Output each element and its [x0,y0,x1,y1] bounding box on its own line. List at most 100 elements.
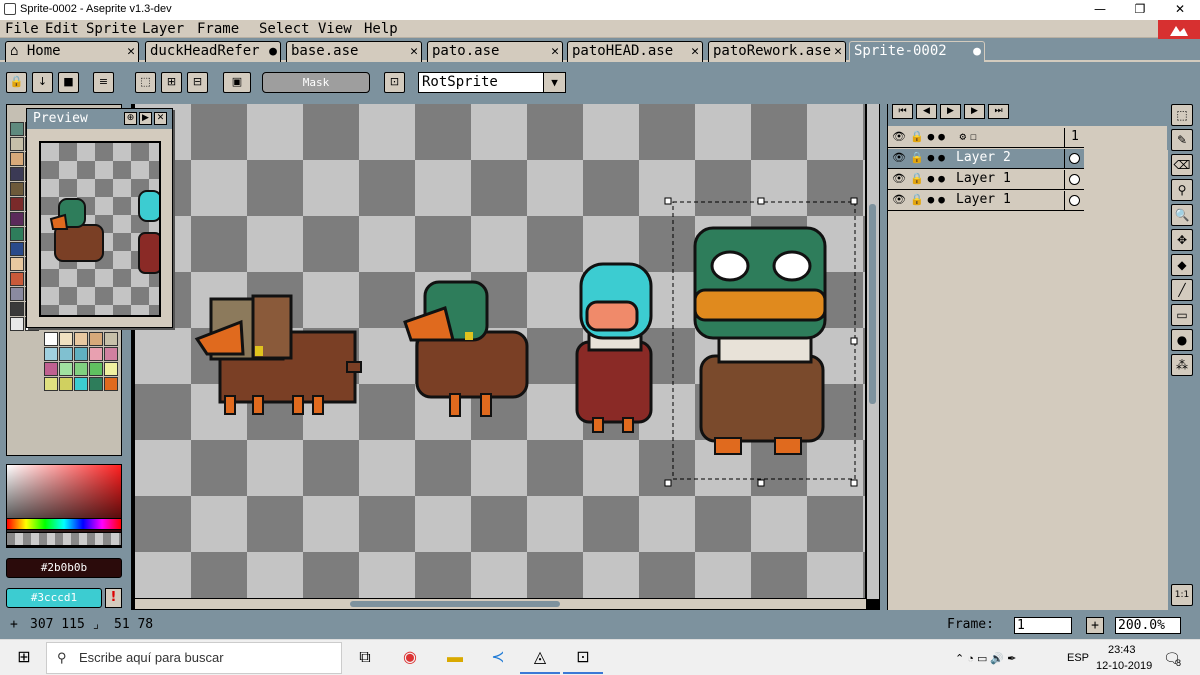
tab-duckheadrefer[interactable]: duckHeadRefer ● [145,41,281,62]
vertical-scrollbar[interactable] [866,104,879,599]
palette-swatch[interactable] [10,152,24,166]
tab-close-button[interactable]: ✕ [834,42,842,61]
play-icon[interactable]: ▶ [139,112,152,125]
cel[interactable] [1064,170,1084,190]
line-icon[interactable]: ╱ [1171,279,1193,301]
palette-swatch[interactable] [74,377,88,391]
rotation-algorithm-select[interactable]: RotSprite ▼ [418,72,566,93]
foreground-color-button[interactable]: #2b0b0b [6,558,122,578]
palette-swatch[interactable] [10,122,24,136]
horizontal-scrollbar[interactable] [135,598,866,609]
palette-swatch[interactable] [104,377,118,391]
rectangle-icon[interactable]: ▭ [1171,304,1193,326]
selection-intersect-icon[interactable]: ▣ [223,72,251,93]
pivot-icon[interactable]: ⊡ [384,72,405,93]
tab-close-button[interactable]: ✕ [127,42,135,61]
layer-row[interactable]: 👁🔒●● Layer 2 [888,149,1084,169]
next-frame-icon[interactable]: ▶ [964,104,985,119]
palette-swatch[interactable] [74,347,88,361]
layer-visibility-icon[interactable]: 👁🔒●● [892,191,949,209]
background-color-button[interactable]: #3cccd1 [6,588,102,608]
palette-swatch[interactable] [104,347,118,361]
palette-swatch[interactable] [104,332,118,346]
previous-frame-icon[interactable]: ◀ [916,104,937,119]
palette-swatch[interactable] [10,272,24,286]
palette-swatch[interactable] [89,347,103,361]
palette-swatch[interactable] [10,287,24,301]
menu-file[interactable]: File [5,21,39,37]
palette-swatch[interactable] [59,377,73,391]
menu-edit[interactable]: Edit [45,21,79,37]
layer-row[interactable]: 👁🔒●● Layer 1 [888,170,1084,190]
zoom-input[interactable]: 200.0% [1115,617,1181,634]
palette-swatch[interactable] [10,302,24,316]
minimize-button[interactable]: — [1080,0,1120,20]
palette-swatch[interactable] [59,332,73,346]
menu-frame[interactable]: Frame [197,21,239,37]
selection-replace-icon[interactable]: ⬚ [135,72,156,93]
center-icon[interactable]: ⊕ [124,112,137,125]
palette-swatch[interactable] [89,362,103,376]
stop-icon[interactable]: ■ [58,72,79,93]
lock-icon[interactable]: 🔒 [6,72,27,93]
zoom-icon[interactable]: 🔍 [1171,204,1193,226]
tray-icons[interactable]: ⌃ ◔ ▭ 🔊 ✒ [955,652,1016,665]
frame-header[interactable]: 1 [1064,128,1084,148]
language-indicator[interactable]: ESP [1067,652,1089,664]
layer-visibility-icon[interactable]: 👁🔒●● [892,149,949,167]
palette-swatch[interactable] [10,182,24,196]
file-explorer-icon[interactable]: ▬ [435,644,475,674]
menu-select[interactable]: Select [259,21,310,37]
taskbar-search-input[interactable]: ⚲ Escribe aquí para buscar [46,642,342,674]
menu-view[interactable]: View [318,21,352,37]
clock-date[interactable]: 12-10-2019 [1096,660,1152,672]
last-frame-icon[interactable]: ⏭ [988,104,1009,119]
palette-swatch[interactable] [89,377,103,391]
tab-home[interactable]: ⌂ Home ✕ [5,41,139,62]
unity-icon[interactable]: ◬ [520,644,560,674]
vscode-icon[interactable]: ≺ [478,644,518,674]
warning-icon[interactable]: ! [105,588,122,608]
windows-start-icon[interactable]: ⊞ [4,644,44,674]
arrow-down-icon[interactable]: ↓ [32,72,53,93]
mask-button[interactable]: Mask [262,72,370,93]
close-window-button[interactable]: ✕ [1160,0,1200,20]
palette-swatch[interactable] [44,332,58,346]
layer-row[interactable]: 👁🔒●● Layer 1 [888,191,1084,211]
timeline-cel-area[interactable] [888,150,1168,610]
scroll-thumb[interactable] [869,204,876,404]
tab-patorework[interactable]: patoRework.ase ✕ [708,41,846,62]
selection-subtract-icon[interactable]: ⊟ [187,72,208,93]
tab-base[interactable]: base.ase ✕ [286,41,422,62]
first-frame-icon[interactable]: ⏮ [892,104,913,119]
clock-time[interactable]: 23:43 [1108,644,1136,656]
palette-swatch[interactable] [59,347,73,361]
new-frame-button[interactable]: + [1086,617,1104,634]
layer-visibility-icon[interactable]: 👁🔒●● [892,170,949,188]
cel[interactable] [1064,149,1084,169]
palette-swatch[interactable] [104,362,118,376]
spray-icon[interactable]: ⁂ [1171,354,1193,376]
palette-swatch[interactable] [10,242,24,256]
tab-close-button[interactable]: ✕ [691,42,699,61]
palette-swatch[interactable] [10,197,24,211]
palette-swatch[interactable] [44,362,58,376]
tab-close-button[interactable]: ✕ [551,42,559,61]
cel[interactable] [1064,191,1084,211]
play-icon[interactable]: ▶ [940,104,961,119]
palette-swatch[interactable] [10,137,24,151]
sprite-canvas[interactable] [135,104,865,599]
menu-layer[interactable]: Layer [142,21,184,37]
palette-swatch[interactable] [74,362,88,376]
palette-swatch[interactable] [10,227,24,241]
palette-swatch[interactable] [44,377,58,391]
tab-modified-indicator[interactable]: ● [973,42,981,61]
blur-icon[interactable]: ● [1171,329,1193,351]
tab-close-button[interactable]: ✕ [410,42,418,61]
palette-swatch[interactable] [59,362,73,376]
close-icon[interactable]: ✕ [154,112,167,125]
tab-patohead[interactable]: patoHEAD.ase ✕ [567,41,703,62]
list-icon[interactable]: ≡ [93,72,114,93]
chevron-down-icon[interactable]: ▼ [543,73,565,92]
eyedropper-icon[interactable]: ⚲ [1171,179,1193,201]
